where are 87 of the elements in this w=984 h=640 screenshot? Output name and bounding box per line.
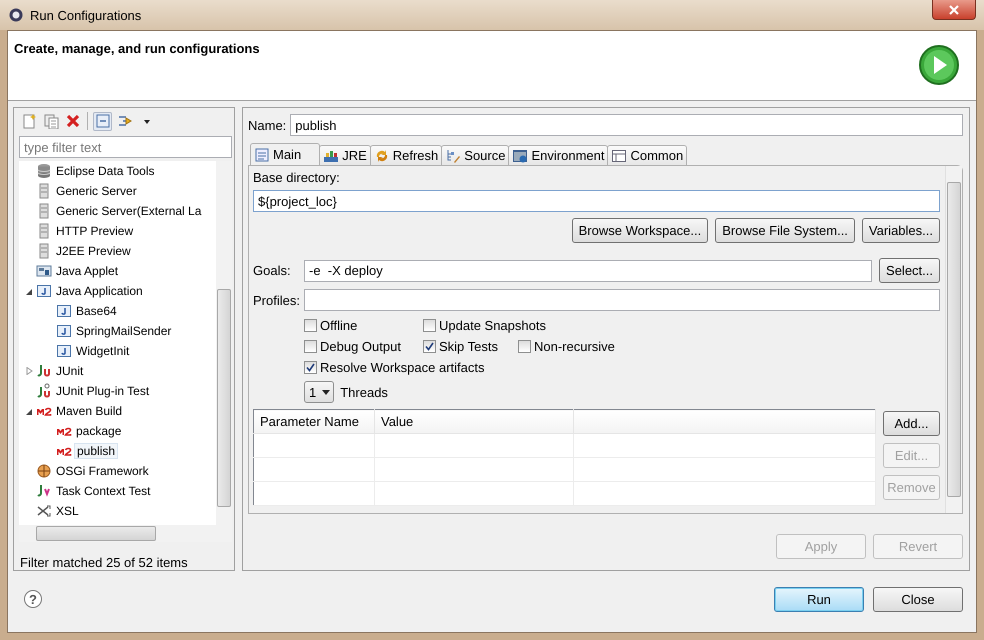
base-directory-field[interactable]: ${project_loc} xyxy=(253,190,940,212)
tab[interactable]: Source xyxy=(441,145,510,165)
select-button[interactable]: Select... xyxy=(879,258,940,283)
checkbox[interactable]: Update Snapshots xyxy=(423,318,546,333)
column-header[interactable]: Value xyxy=(374,410,574,434)
tree-item[interactable]: Eclipse Data Tools xyxy=(54,163,156,179)
xsl-icon xyxy=(36,503,52,519)
tree-item[interactable]: publish xyxy=(74,443,118,459)
task-test-icon xyxy=(36,483,52,499)
collapsed-arrow-icon[interactable] xyxy=(26,367,32,375)
tab[interactable]: Common xyxy=(607,145,688,165)
new-config-icon xyxy=(20,113,36,129)
browse-button[interactable]: Browse Workspace... xyxy=(572,218,708,243)
expanded-arrow-icon[interactable] xyxy=(26,288,32,294)
checkbox[interactable]: Non-recursive xyxy=(518,339,615,354)
delete-icon xyxy=(64,113,80,129)
duplicate-icon xyxy=(42,113,58,129)
column-header[interactable]: Parameter Name xyxy=(254,410,374,434)
app-icon xyxy=(8,7,24,23)
window-title: Run Configurations xyxy=(30,8,142,22)
goals-field[interactable]: -e -X deploy xyxy=(304,260,872,282)
tab[interactable]: Refresh xyxy=(370,145,442,165)
tree-item[interactable]: Base64 xyxy=(74,303,119,319)
source-icon xyxy=(445,148,462,164)
java-file-icon xyxy=(36,283,52,299)
checkbox[interactable]: Offline xyxy=(304,318,358,333)
expanded-arrow-icon[interactable] xyxy=(26,408,32,414)
document-icon xyxy=(254,146,270,162)
tree-item[interactable]: J2EE Preview xyxy=(54,243,133,259)
checkmark-icon xyxy=(306,363,315,372)
tree-item[interactable]: JUnit Plug-in Test xyxy=(54,383,152,399)
goals-label: Goals: xyxy=(253,263,292,278)
environment-icon xyxy=(512,148,528,164)
tree-item[interactable]: WidgetInit xyxy=(74,343,132,359)
collapse-all-button[interactable] xyxy=(93,112,112,130)
parameter-button[interactable]: Add... xyxy=(883,411,940,436)
checkbox[interactable]: Debug Output xyxy=(304,339,401,354)
name-field[interactable]: publish xyxy=(290,114,963,136)
database-icon xyxy=(36,163,52,179)
vertical-scrollbar[interactable] xyxy=(216,161,232,525)
dialog-heading: Create, manage, and run configurations xyxy=(14,41,260,56)
tab[interactable]: Environment xyxy=(508,145,608,165)
applet-icon xyxy=(36,263,52,279)
threads-dropdown[interactable]: 1 xyxy=(304,381,334,403)
checkbox[interactable]: Skip Tests xyxy=(423,339,498,354)
tree-item[interactable]: XSL xyxy=(54,503,81,519)
dialog-button[interactable]: Run xyxy=(774,586,864,612)
tree-item[interactable]: JUnit xyxy=(54,363,86,379)
tree-item[interactable]: HTTP Preview xyxy=(54,223,136,239)
dialog-button[interactable]: Close xyxy=(873,586,963,612)
close-button[interactable] xyxy=(932,0,976,20)
parameters-table[interactable]: Parameter Name Value xyxy=(253,409,876,506)
osgi-icon xyxy=(36,463,52,479)
vertical-scrollbar[interactable] xyxy=(945,166,962,513)
close-icon xyxy=(949,4,959,14)
threads-label: Threads xyxy=(340,384,388,400)
tree-item[interactable]: Java Application xyxy=(54,283,145,299)
dropdown-arrow-icon xyxy=(322,390,330,394)
browse-button[interactable]: Variables... xyxy=(862,218,940,243)
tree-item[interactable]: Generic Server xyxy=(54,183,139,199)
java-file-icon xyxy=(56,343,72,359)
junit-plugin-icon xyxy=(36,383,52,399)
checkmark-icon xyxy=(425,342,434,351)
tree-item[interactable]: Task Context Test xyxy=(54,483,152,499)
tree-item[interactable]: OSGi Framework xyxy=(54,463,151,479)
tab[interactable]: JRE xyxy=(319,145,371,165)
java-file-icon xyxy=(56,303,72,319)
browse-button[interactable]: Browse File System... xyxy=(715,218,855,243)
tree-item[interactable]: SpringMailSender xyxy=(74,323,174,339)
tree-item[interactable]: package xyxy=(74,423,124,439)
base-directory-label: Base directory: xyxy=(253,170,341,185)
checkbox[interactable]: Resolve Workspace artifacts xyxy=(304,360,484,375)
run-icon xyxy=(918,44,960,86)
tab[interactable]: Main xyxy=(250,143,320,165)
junit-icon xyxy=(36,363,52,379)
tree-item[interactable]: Maven Build xyxy=(54,403,124,419)
profiles-label: Profiles: xyxy=(253,292,301,308)
collapse-all-icon xyxy=(94,113,110,129)
tree-item[interactable]: Generic Server(External La xyxy=(54,203,204,219)
filter-status: Filter matched 25 of 52 items xyxy=(20,555,189,570)
panel-icon xyxy=(611,148,628,164)
tree-item[interactable]: Java Applet xyxy=(54,263,120,279)
profiles-field[interactable] xyxy=(304,289,940,311)
java-file-icon xyxy=(56,323,72,339)
name-label: Name: xyxy=(248,118,286,132)
filter-field[interactable]: type filter text xyxy=(19,136,232,158)
help-button[interactable]: ? xyxy=(24,590,42,608)
